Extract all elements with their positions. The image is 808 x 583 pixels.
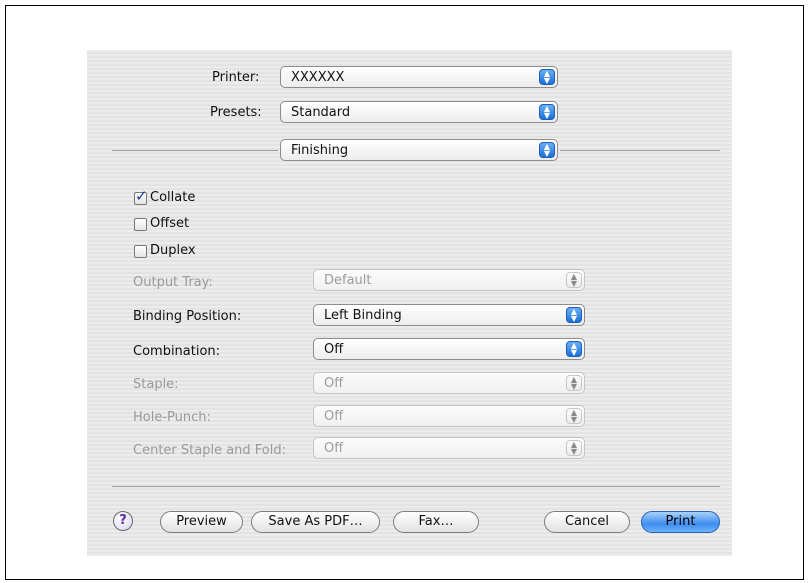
output-tray-popup[interactable]: Default ▲ ▼ [313,269,585,291]
collate-checkbox[interactable]: ✓ [134,187,148,205]
binding-position-popup[interactable]: Left Binding ▲ ▼ [313,304,585,326]
pane-separator-right [560,150,720,151]
bottom-separator [112,486,720,487]
fax-button[interactable]: Fax… [393,511,479,533]
pane-separator-left [112,150,278,151]
staple-popup[interactable]: Off ▲ ▼ [313,372,585,394]
center-staple-fold-value: Off [324,441,344,456]
hole-punch-value: Off [324,409,344,424]
preview-button[interactable]: Preview [160,511,243,533]
combination-popup[interactable]: Off ▲ ▼ [313,338,585,360]
combination-value: Off [324,342,344,357]
popup-arrows-icon: ▲ ▼ [566,341,582,357]
presets-label: Presets: [210,105,262,120]
help-icon[interactable]: ? [113,511,133,531]
binding-position-label: Binding Position: [133,309,242,324]
output-tray-label: Output Tray: [133,275,213,290]
printer-popup[interactable]: XXXXXX ▲ ▼ [280,66,558,88]
popup-arrows-icon: ▲ ▼ [566,307,582,323]
popup-arrows-icon: ▲ ▼ [539,142,555,158]
printer-value: XXXXXX [291,70,345,85]
save-as-pdf-button[interactable]: Save As PDF… [251,511,380,533]
popup-arrows-icon: ▲ ▼ [566,408,582,424]
output-tray-value: Default [324,273,372,288]
duplex-checkbox[interactable] [134,245,147,258]
staple-label: Staple: [133,377,179,392]
pane-popup[interactable]: Finishing ▲ ▼ [280,139,558,161]
popup-arrows-icon: ▲ ▼ [566,440,582,456]
print-button[interactable]: Print [641,511,720,533]
offset-checkbox[interactable] [134,218,147,231]
printer-label: Printer: [212,70,260,85]
checkmark-icon: ✓ [135,187,148,205]
pane-value: Finishing [291,143,349,158]
presets-popup[interactable]: Standard ▲ ▼ [280,101,558,123]
hole-punch-popup[interactable]: Off ▲ ▼ [313,405,585,427]
presets-value: Standard [291,105,351,120]
binding-position-value: Left Binding [324,308,402,323]
collate-label: Collate [150,190,196,205]
center-staple-fold-label: Center Staple and Fold: [133,443,286,458]
popup-arrows-icon: ▲ ▼ [566,272,582,288]
cancel-button[interactable]: Cancel [544,511,630,533]
center-staple-fold-popup[interactable]: Off ▲ ▼ [313,437,585,459]
popup-arrows-icon: ▲ ▼ [539,104,555,120]
print-dialog: Printer: XXXXXX ▲ ▼ Presets: Standard ▲ ▼ … [87,50,732,556]
figure-frame: Printer: XXXXXX ▲ ▼ Presets: Standard ▲ ▼ … [5,5,804,580]
combination-label: Combination: [133,344,221,359]
offset-label: Offset [150,216,190,231]
popup-arrows-icon: ▲ ▼ [566,375,582,391]
hole-punch-label: Hole-Punch: [133,410,211,425]
duplex-label: Duplex [150,243,196,258]
staple-value: Off [324,376,344,391]
popup-arrows-icon: ▲ ▼ [539,69,555,85]
